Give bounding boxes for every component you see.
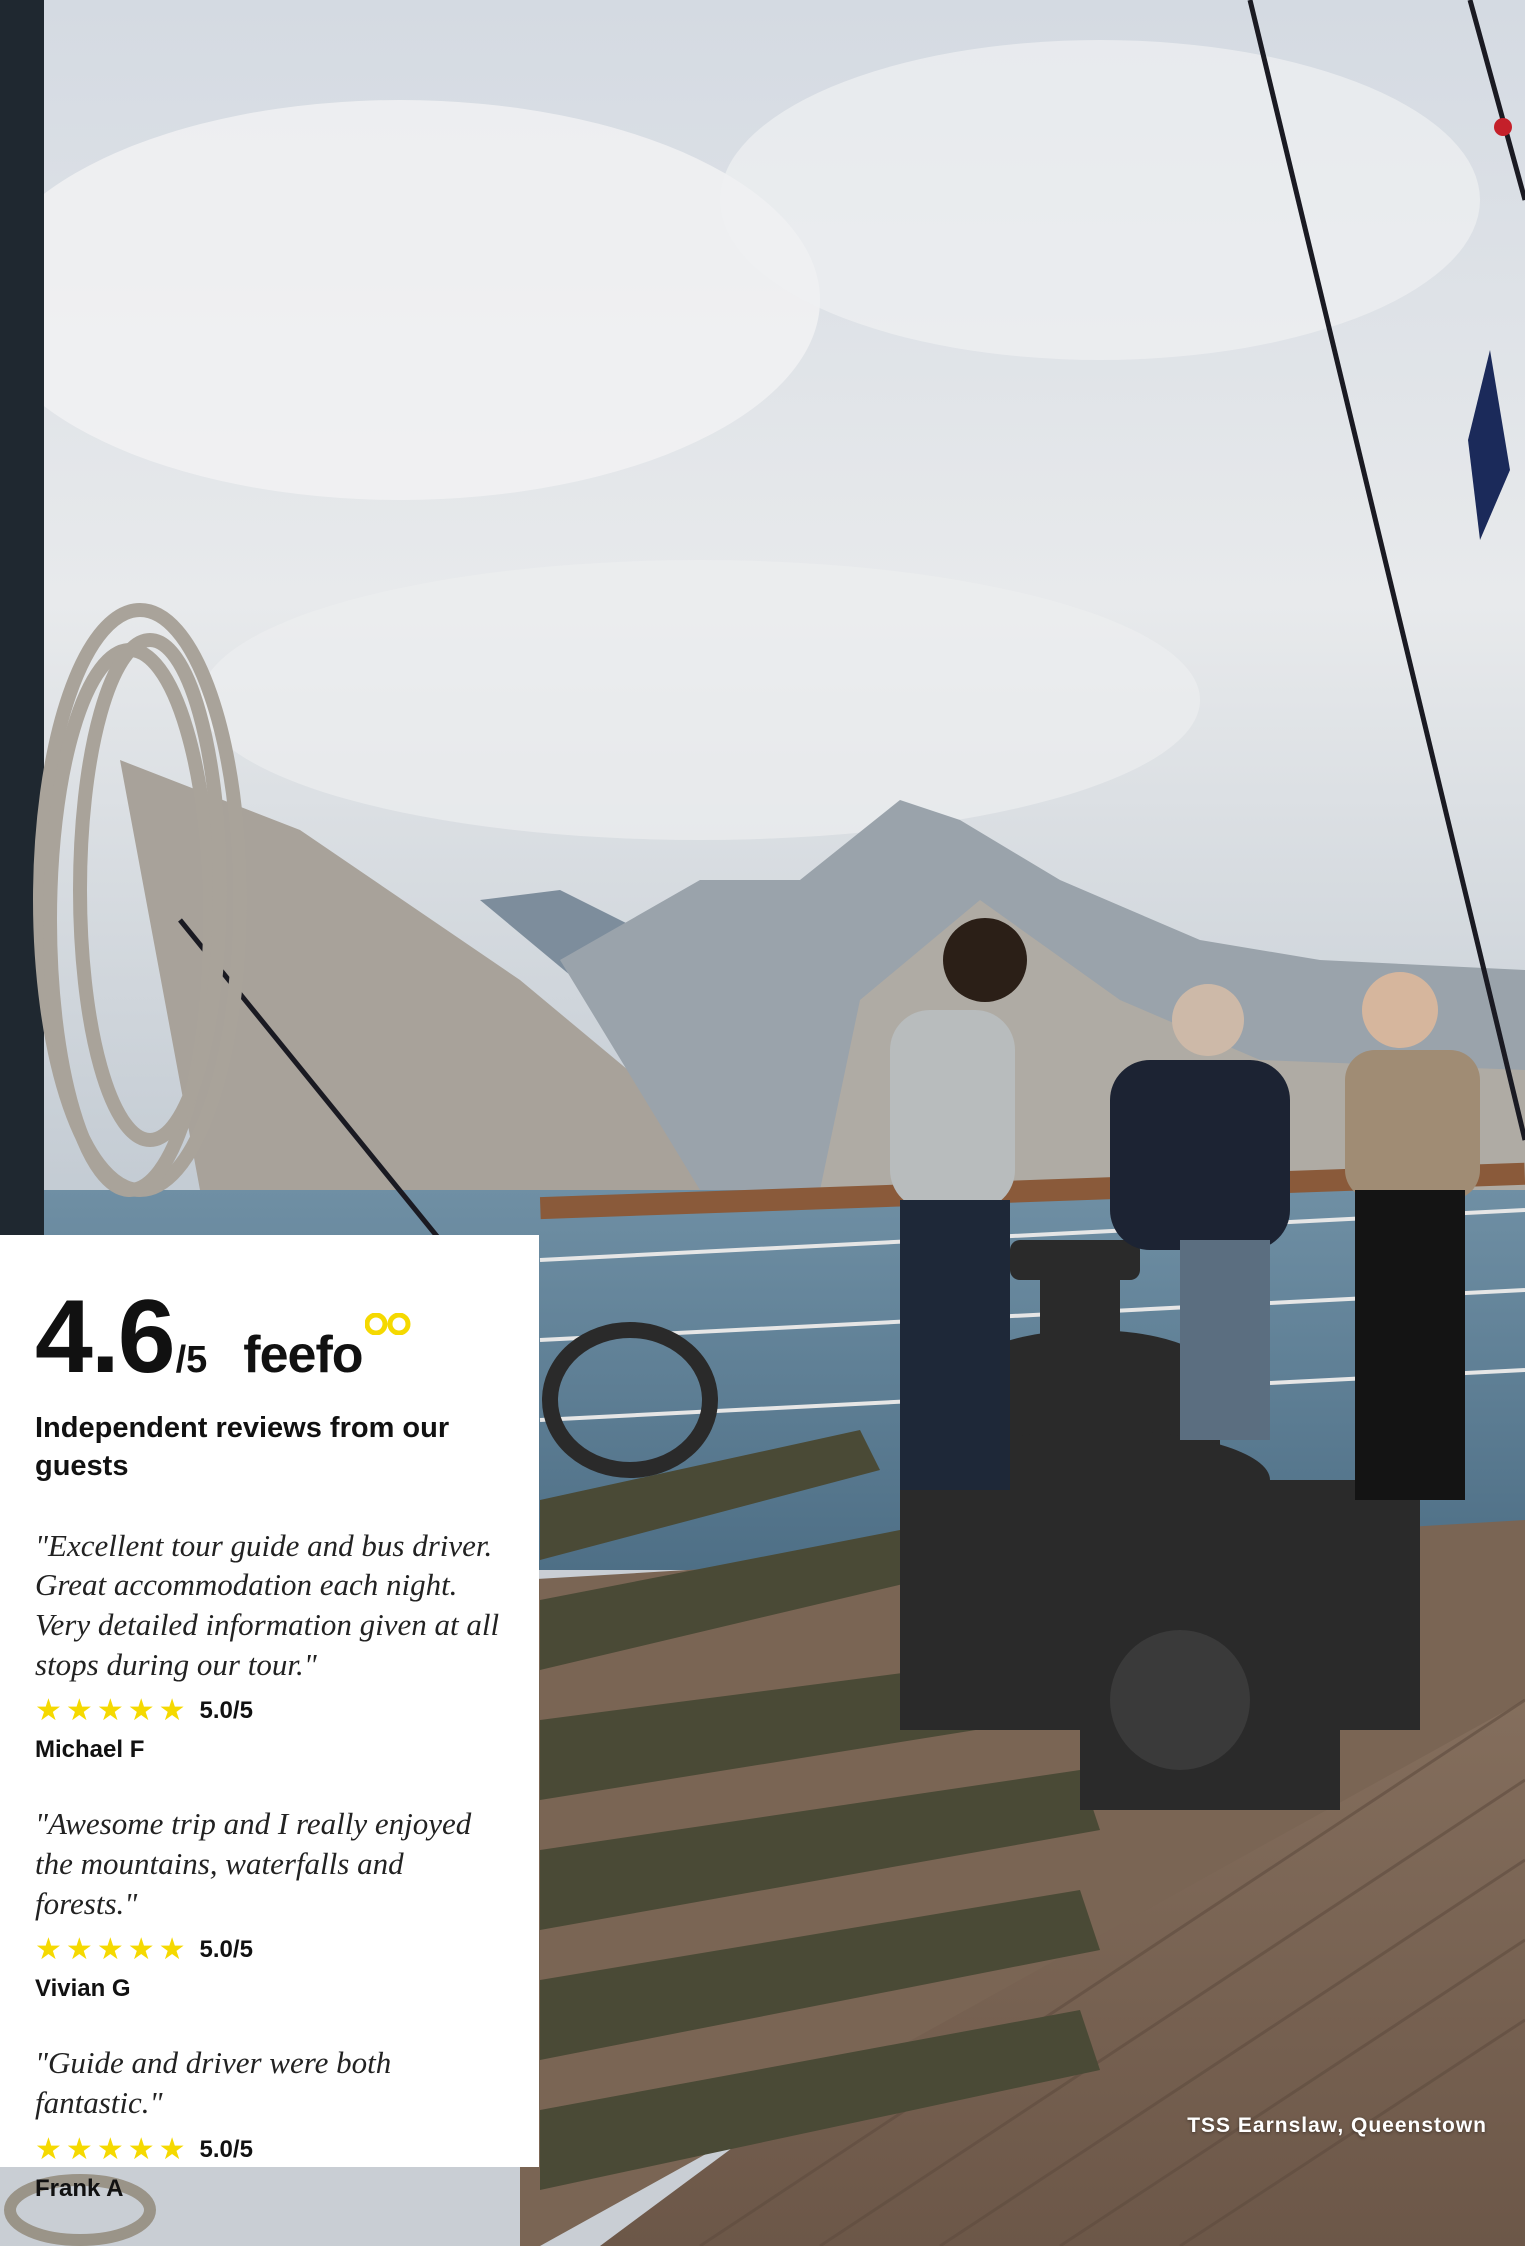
star-icon: ★ [65, 2132, 93, 2166]
star-icon: ★ [35, 1933, 62, 1967]
star-icon: ★ [127, 1933, 155, 1967]
star-icon: ★ [158, 2132, 186, 2166]
feefo-eyes-icon [364, 1313, 411, 1335]
star-icon: ★ [127, 1694, 155, 1728]
star-icon: ★ [35, 2132, 62, 2166]
star-icon: ★ [158, 1933, 186, 1967]
brand-name: feefo [243, 1326, 363, 1384]
review-rating: 5.0/5 [199, 1936, 253, 1964]
review-quote: "Awesome trip and I really enjoyed the m… [35, 1806, 472, 1921]
reviews-subtitle: Independent reviews from our guests [35, 1412, 450, 1483]
star-icon: ★ [127, 2132, 155, 2166]
star-icon: ★ [96, 1694, 124, 1728]
review-item: "Excellent tour guide and bus driver. Gr… [35, 1526, 509, 1765]
review-quote: "Excellent tour guide and bus driver. Gr… [35, 1527, 500, 1682]
review-stars: ★ ★ ★ ★ ★ 5.0/5 [35, 2132, 509, 2166]
star-icon: ★ [65, 1694, 93, 1728]
overall-rating: 4.6 /5 feefo [35, 1285, 509, 1389]
review-item: "Awesome trip and I really enjoyed the m… [35, 1804, 509, 2003]
review-rating: 5.0/5 [199, 1697, 253, 1725]
review-item: "Guide and driver were both fantastic." … [35, 2043, 509, 2202]
review-stars: ★ ★ ★ ★ ★ 5.0/5 [35, 1696, 509, 1726]
star-icon: ★ [158, 1694, 186, 1728]
star-icon: ★ [96, 1933, 124, 1967]
review-panel: 4.6 /5 feefo Independent reviews from ou… [0, 1235, 539, 2202]
star-icon: ★ [96, 2132, 124, 2166]
rating-scale: /5 [175, 1339, 208, 1381]
photo-caption: TSS Earnslaw, Queenstown [1187, 2114, 1487, 2137]
review-author: Vivian G [35, 1975, 131, 2003]
review-stars: ★ ★ ★ ★ ★ 5.0/5 [35, 1935, 509, 1965]
star-icon: ★ [35, 1694, 62, 1728]
review-rating: 5.0/5 [199, 2135, 253, 2163]
review-author: Frank A [35, 2174, 124, 2202]
feefo-logo: feefo [243, 1313, 411, 1385]
rating-score: 4.6 [35, 1279, 176, 1395]
review-author: Michael F [35, 1736, 145, 1764]
star-icon: ★ [65, 1933, 93, 1967]
review-quote: "Guide and driver were both fantastic." [35, 2045, 392, 2120]
